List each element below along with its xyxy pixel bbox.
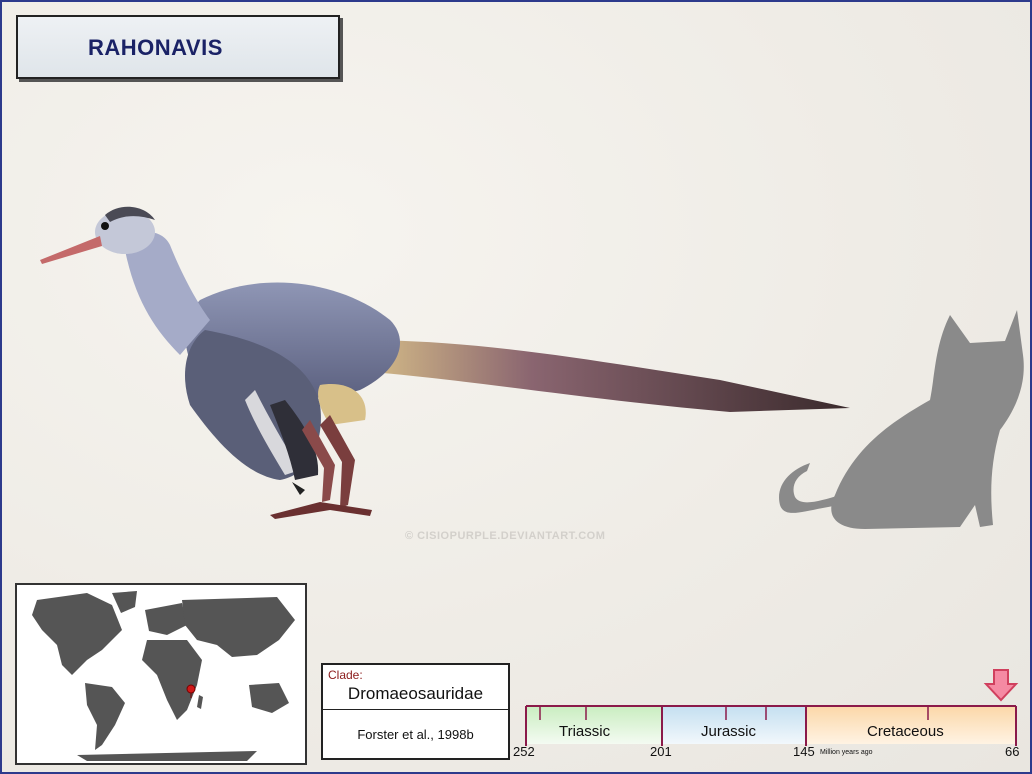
cat-scale-silhouette [779, 310, 1024, 529]
clade-name: Dromaeosauridae [347, 684, 484, 703]
timeline-axis [525, 669, 1019, 746]
tick-label-201: 201 [650, 744, 672, 759]
clade-divider [323, 709, 508, 710]
tick-label-66: 66 [1005, 744, 1020, 759]
clade-label: Clade: [328, 668, 363, 682]
world-map [15, 583, 307, 765]
time-marker-arrow [983, 669, 1019, 702]
title-plate: RAHONAVIS [16, 15, 340, 79]
tick-label-145: 145 [793, 744, 815, 759]
unit-label: Million years ago [820, 749, 873, 756]
period-label-triassic: Triassic [559, 723, 611, 740]
period-label-jurassic: Jurassic [701, 723, 757, 740]
world-map-graphic [32, 591, 295, 761]
period-label-cretaceous: Cretaceous [867, 723, 944, 740]
watermark: © CISIOPURPLE.DEVIANTART.COM [405, 530, 606, 542]
rahonavis-illustration [40, 206, 850, 519]
clade-reference: Forster et al., 1998b [357, 727, 474, 742]
geologic-timeline: Triassic Jurassic Cretaceous 252 201 145… [510, 668, 1030, 768]
fossil-location-marker [186, 684, 196, 694]
tick-label-252: 252 [513, 744, 535, 759]
page-title: RAHONAVIS [88, 35, 223, 60]
clade-panel: Clade: Dromaeosauridae Forster et al., 1… [321, 663, 510, 760]
